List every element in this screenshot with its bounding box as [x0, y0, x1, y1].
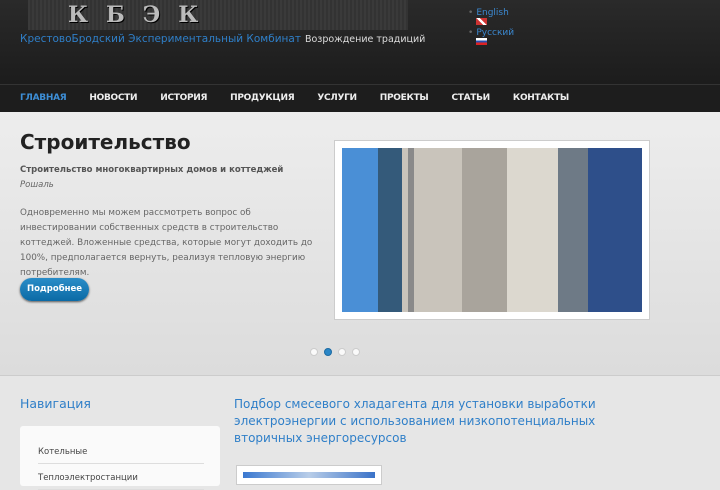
skyscrapers-image — [342, 148, 642, 312]
language-english[interactable]: • English — [468, 8, 514, 18]
nav-history[interactable]: ИСТОРИЯ — [160, 85, 207, 112]
slide-author: Рошаль — [20, 180, 54, 190]
article-thumbnail — [236, 465, 382, 485]
slide-dot-4[interactable] — [352, 348, 360, 356]
slide-image-frame — [334, 140, 650, 320]
nav-news[interactable]: НОВОСТИ — [89, 85, 137, 112]
sidebar-item-boilers[interactable]: Котельные — [38, 438, 204, 464]
slide-dot-1[interactable] — [310, 348, 318, 356]
slide-title: Строительство — [20, 130, 191, 154]
language-russian[interactable]: • Русский — [468, 28, 514, 38]
language-switcher: • English • Русский — [468, 8, 514, 48]
nav-contacts[interactable]: КОНТАКТЫ — [513, 85, 569, 112]
sidebar-title: Навигация — [20, 396, 91, 411]
russia-flag-icon[interactable] — [476, 38, 487, 45]
more-button[interactable]: Подробнее — [20, 278, 89, 301]
uk-flag-icon[interactable] — [476, 18, 487, 25]
nav-products[interactable]: ПРОДУКЦИЯ — [230, 85, 295, 112]
site-name[interactable]: КрестовоБродский Экспериментальный Комби… — [20, 33, 301, 45]
nav-projects[interactable]: ПРОЕКТЫ — [380, 85, 429, 112]
slide-text: Одновременно мы можем рассмотреть вопрос… — [20, 208, 313, 278]
slider: Строительство Строительство многоквартир… — [0, 112, 720, 376]
site-slogan: Возрождение традиций — [304, 34, 426, 45]
slide-dot-2[interactable] — [324, 348, 332, 356]
slide-dot-3[interactable] — [338, 348, 346, 356]
slider-pagination — [310, 348, 360, 356]
nav-articles[interactable]: СТАТЬИ — [451, 85, 490, 112]
sidebar-item-power-plants[interactable]: Теплоэлектростанции — [38, 464, 204, 490]
article-title[interactable]: Подбор смесевого хладагента для установк… — [234, 396, 654, 447]
header: КБЭК КрестовоБродский Экспериментальный … — [0, 0, 720, 84]
nav-services[interactable]: УСЛУГИ — [317, 85, 357, 112]
nav-home[interactable]: ГЛАВНАЯ — [20, 85, 67, 112]
sidebar-menu: Котельные Теплоэлектростанции — [20, 426, 220, 490]
main-nav: ГЛАВНАЯ НОВОСТИ ИСТОРИЯ ПРОДУКЦИЯ УСЛУГИ… — [0, 84, 720, 112]
site-logo[interactable]: КБЭК — [28, 0, 408, 30]
site-title: КрестовоБродский Экспериментальный Комби… — [20, 33, 425, 45]
slide-subtitle: Строительство многоквартирных домов и ко… — [20, 165, 284, 175]
